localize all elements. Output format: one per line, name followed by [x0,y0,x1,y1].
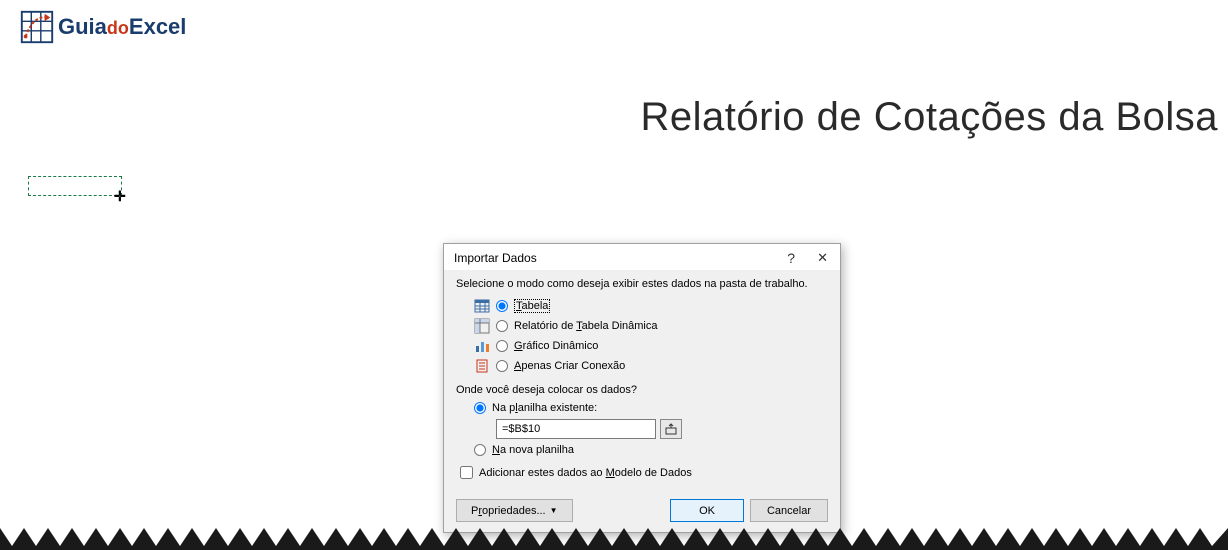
radio-existing-sheet[interactable] [474,402,486,414]
instruction-text: Selecione o modo como deseja exibir este… [456,278,828,290]
logo-excel: Excel [129,14,187,40]
logo-guia: Guia [58,14,107,40]
range-selector-button[interactable] [660,419,682,439]
option-table-label: Tabela [514,300,550,312]
ok-button[interactable]: OK [670,499,744,522]
option-pivot-chart[interactable]: Gráfico Dinâmico [456,336,828,356]
selected-cell[interactable] [28,176,122,196]
cancel-button[interactable]: Cancelar [750,499,828,522]
checkbox-add-to-model[interactable] [460,466,473,479]
logo-do: do [107,18,129,39]
close-icon[interactable]: ✕ [813,250,832,266]
add-to-model-label: Adicionar estes dados ao Modelo de Dados [479,467,692,479]
chevron-down-icon: ▼ [550,506,558,515]
torn-edge-decoration [0,528,1228,550]
location-new-sheet-label: Na nova planilha [492,444,574,456]
dialog-footer: Propriedades... ▼ OK Cancelar [444,493,840,532]
dialog-header: Importar Dados ? ✕ [444,244,840,270]
logo: Guia do Excel [18,8,186,46]
import-data-dialog: Importar Dados ? ✕ Selecione o modo como… [443,243,841,533]
dialog-title: Importar Dados [454,251,537,265]
table-icon [474,298,490,314]
help-icon[interactable]: ? [783,250,799,266]
option-pivot-chart-label: Gráfico Dinâmico [514,340,598,352]
properties-button[interactable]: Propriedades... ▼ [456,499,573,522]
add-to-model-row[interactable]: Adicionar estes dados ao Modelo de Dados [456,458,828,483]
logo-text: Guia do Excel [58,14,186,40]
option-connection-only[interactable]: Apenas Criar Conexão [456,356,828,376]
option-pivot-report-label: Relatório de Tabela Dinâmica [514,320,658,332]
dialog-body: Selecione o modo como deseja exibir este… [444,270,840,493]
radio-connection-only[interactable] [496,360,508,372]
cursor-crosshair-icon: ✛ [114,188,126,205]
ref-input-row [456,416,828,442]
radio-new-sheet[interactable] [474,444,486,456]
location-existing-label: Na planilha existente: [492,402,597,414]
location-section-label: Onde você deseja colocar os dados? [456,384,828,396]
pivot-table-icon [474,318,490,334]
option-pivot-report[interactable]: Relatório de Tabela Dinâmica [456,316,828,336]
location-existing[interactable]: Na planilha existente: [456,400,828,416]
page-title: Relatório de Cotações da Bolsa [640,95,1218,140]
option-table[interactable]: Tabela [456,296,828,316]
location-new-sheet[interactable]: Na nova planilha [456,442,828,458]
radio-pivot-report[interactable] [496,320,508,332]
option-connection-only-label: Apenas Criar Conexão [514,360,625,372]
radio-pivot-chart[interactable] [496,340,508,352]
cell-reference-input[interactable] [496,419,656,439]
radio-table[interactable] [496,300,508,312]
logo-icon [18,8,56,46]
connection-icon [474,358,490,374]
pivot-chart-icon [474,338,490,354]
